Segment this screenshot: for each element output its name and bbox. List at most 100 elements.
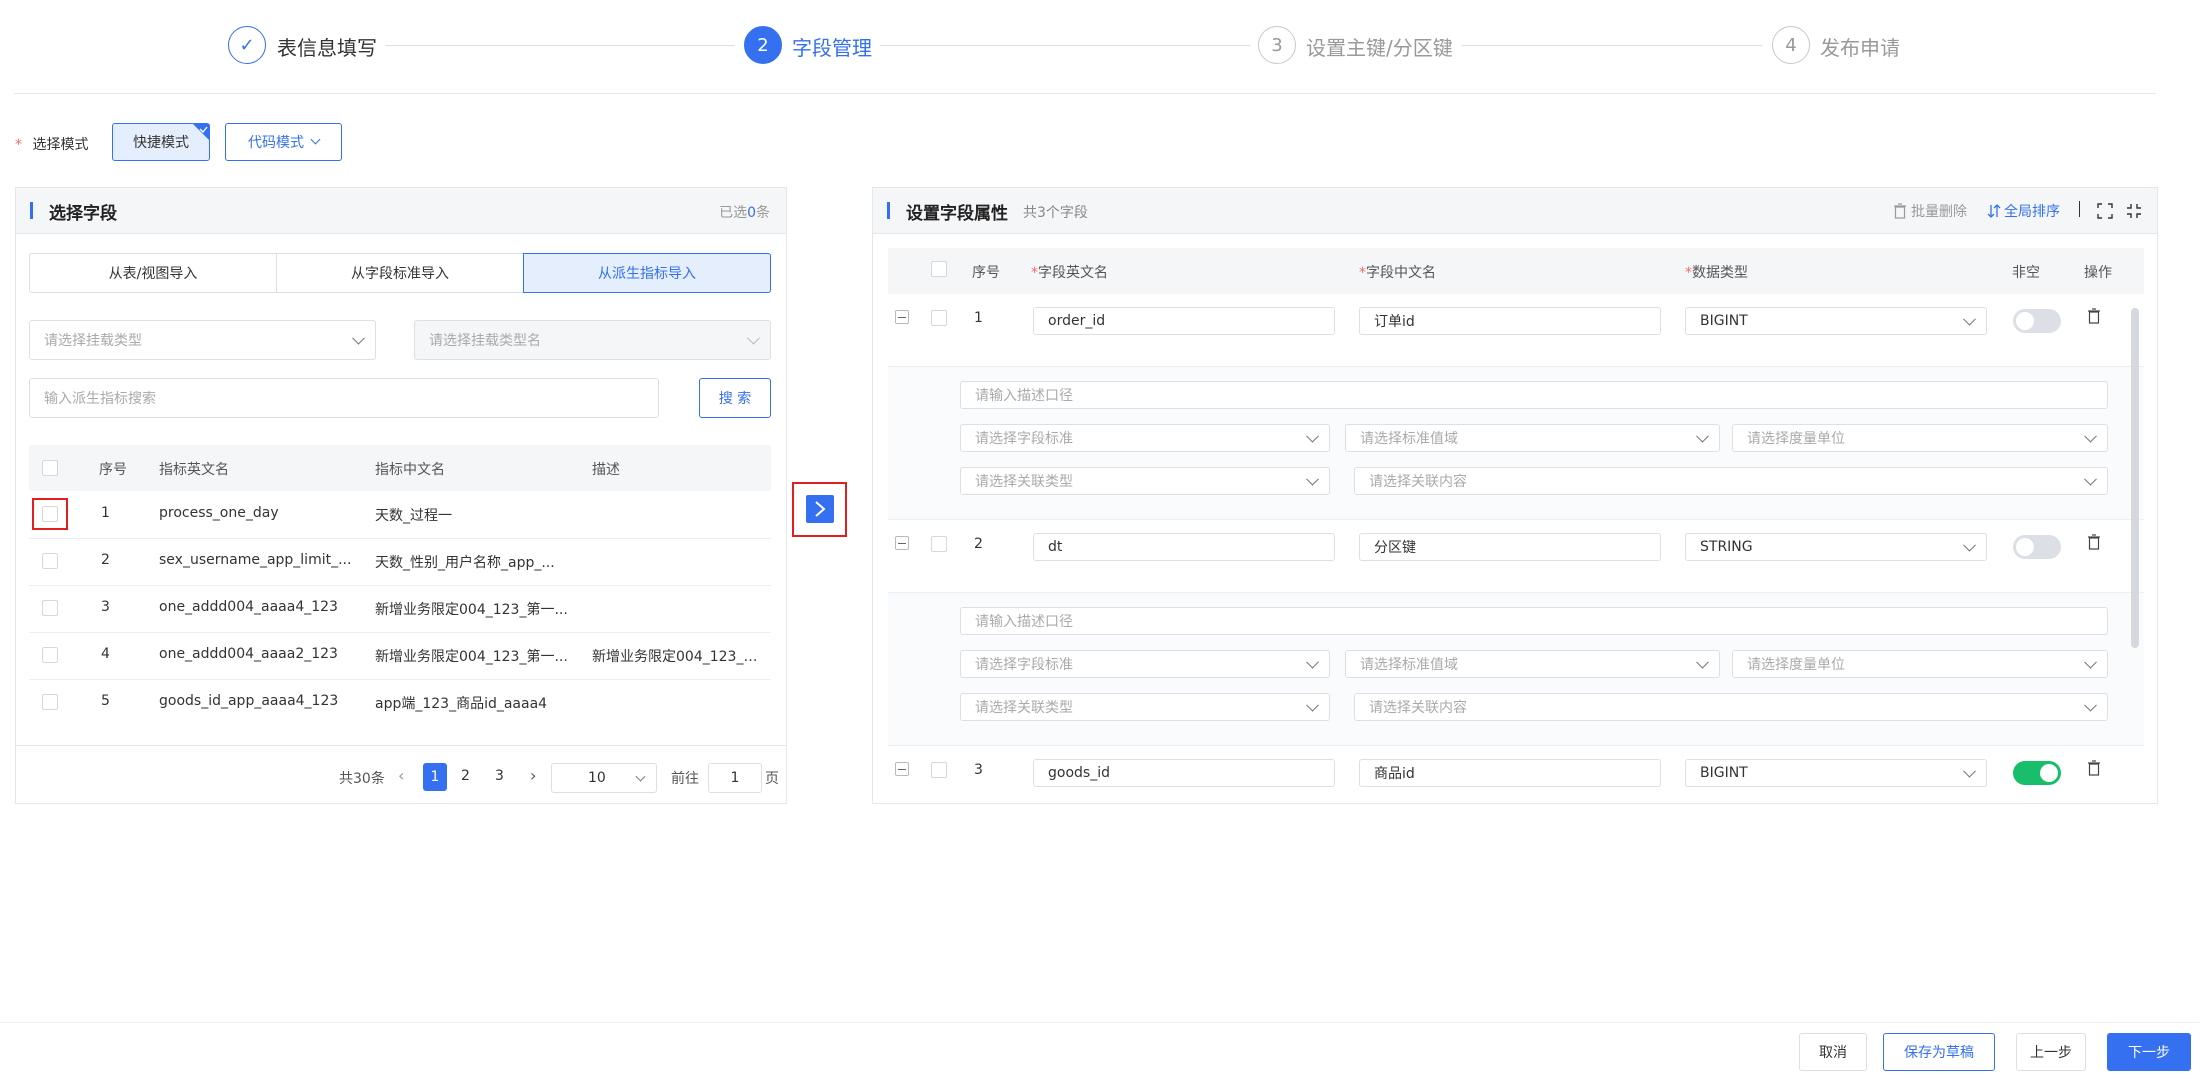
derived-metric-search-input[interactable]: 输入派生指标搜索 bbox=[29, 378, 659, 418]
row-cn-name: 新增业务限定004_123_第一... bbox=[375, 649, 568, 665]
fullscreen-icon[interactable] bbox=[2097, 203, 2113, 219]
select-all-checkbox[interactable] bbox=[931, 261, 947, 277]
value-domain-select[interactable]: 请选择标准值域 bbox=[1345, 424, 1720, 452]
relation-type-select[interactable]: 请选择关联类型 bbox=[960, 693, 1330, 721]
page-3-button[interactable]: 3 bbox=[495, 768, 504, 784]
field-type-select[interactable]: STRING bbox=[1685, 533, 1987, 561]
selected-corner-icon bbox=[193, 124, 209, 140]
chevron-down-icon bbox=[1696, 655, 1709, 669]
panel-header: 设置字段属性 共3个字段 批量删除 全局排序 bbox=[873, 188, 2157, 234]
row-cn-name: 天数_性别_用户名称_app_... bbox=[375, 555, 555, 571]
row-checkbox[interactable] bbox=[931, 762, 947, 778]
row-checkbox[interactable] bbox=[42, 647, 58, 663]
step-4-label: 发布申请 bbox=[1820, 36, 1900, 60]
row-en-name: goods_id_app_aaaa4_123 bbox=[159, 693, 339, 709]
prev-step-button[interactable]: 上一步 bbox=[2016, 1033, 2086, 1071]
tab-from-table[interactable]: 从表/视图导入 bbox=[29, 253, 277, 293]
search-button[interactable]: 搜 索 bbox=[699, 378, 771, 418]
divider bbox=[16, 745, 786, 746]
mount-type-select[interactable]: 请选择挂载类型 bbox=[29, 320, 376, 360]
unit-select[interactable]: 请选择度量单位 bbox=[1732, 424, 2108, 452]
page-1-button[interactable]: 1 bbox=[423, 763, 447, 791]
table-row[interactable]: 1 process_one_day 天数_过程一 bbox=[29, 491, 771, 538]
row-checkbox[interactable] bbox=[931, 536, 947, 552]
row-index: 3 bbox=[974, 762, 983, 778]
trash-icon[interactable] bbox=[2087, 760, 2101, 776]
pagination-total: 共30条 bbox=[339, 771, 385, 787]
tab-from-derived-metric[interactable]: 从派生指标导入 bbox=[523, 253, 771, 293]
collapse-row-icon[interactable] bbox=[895, 762, 909, 776]
field-cn-name-input[interactable]: 分区键 bbox=[1359, 533, 1661, 561]
not-null-toggle[interactable] bbox=[2013, 761, 2061, 785]
page-size-select[interactable]: 10 bbox=[551, 763, 657, 793]
trash-icon[interactable] bbox=[2087, 308, 2101, 324]
page-2-button[interactable]: 2 bbox=[461, 768, 470, 784]
field-type-select[interactable]: BIGINT bbox=[1685, 759, 1987, 787]
relation-content-select[interactable]: 请选择关联内容 bbox=[1354, 467, 2108, 495]
scrollbar-thumb[interactable] bbox=[2131, 308, 2139, 648]
code-mode-dropdown[interactable]: 代码模式 bbox=[225, 123, 342, 161]
field-standard-select[interactable]: 请选择字段标准 bbox=[960, 650, 1330, 678]
divider bbox=[14, 93, 2156, 94]
field-row: 3 goods_id 商品id BIGINT bbox=[888, 746, 2144, 789]
global-sort-button[interactable]: 全局排序 bbox=[1987, 201, 2060, 221]
row-index: 2 bbox=[974, 536, 983, 552]
table-row[interactable]: 5 goods_id_app_aaaa4_123 app端_123_商品id_a… bbox=[29, 679, 771, 726]
not-null-toggle[interactable] bbox=[2013, 535, 2061, 559]
value-domain-select[interactable]: 请选择标准值域 bbox=[1345, 650, 1720, 678]
selected-count: 已选0条 bbox=[719, 205, 770, 221]
row-checkbox[interactable] bbox=[42, 600, 58, 616]
row-checkbox[interactable] bbox=[42, 694, 58, 710]
field-en-name-input[interactable]: dt bbox=[1033, 533, 1335, 561]
save-draft-button[interactable]: 保存为草稿 bbox=[1883, 1033, 1995, 1071]
not-null-toggle[interactable] bbox=[2013, 309, 2061, 333]
quick-mode-button[interactable]: 快捷模式 bbox=[112, 123, 210, 161]
tab-from-standard[interactable]: 从字段标准导入 bbox=[276, 253, 524, 293]
title-accent bbox=[30, 202, 33, 219]
collapse-row-icon[interactable] bbox=[895, 310, 909, 324]
trash-icon bbox=[1894, 203, 1906, 219]
row-checkbox[interactable] bbox=[931, 310, 947, 326]
transfer-right-button[interactable] bbox=[806, 495, 834, 523]
field-detail-panel: 请输入描述口径 请选择字段标准 请选择标准值域 请选择度量单位 请选择关联类型 … bbox=[888, 367, 2144, 519]
table-row[interactable]: 4 one_addd004_aaaa2_123 新增业务限定004_123_第一… bbox=[29, 632, 771, 679]
col-cn-name: 指标中文名 bbox=[375, 462, 445, 478]
cancel-button[interactable]: 取消 bbox=[1799, 1033, 1867, 1071]
goto-page-input[interactable]: 1 bbox=[708, 763, 762, 793]
step-3-label: 设置主键/分区键 bbox=[1306, 36, 1453, 60]
step-1-label: 表信息填写 bbox=[277, 36, 377, 60]
chevron-down-icon bbox=[2084, 655, 2097, 669]
batch-delete-button[interactable]: 批量删除 bbox=[1893, 201, 1967, 221]
select-all-checkbox[interactable] bbox=[42, 460, 58, 476]
field-cn-name-input[interactable]: 商品id bbox=[1359, 759, 1661, 787]
field-standard-select[interactable]: 请选择字段标准 bbox=[960, 424, 1330, 452]
row-index: 2 bbox=[101, 552, 110, 568]
collapse-row-icon[interactable] bbox=[895, 536, 909, 550]
mount-name-select[interactable]: 请选择挂载类型名 bbox=[414, 320, 771, 360]
field-en-name-input[interactable]: goods_id bbox=[1033, 759, 1335, 787]
row-checkbox[interactable] bbox=[42, 553, 58, 569]
field-en-name-input[interactable]: order_id bbox=[1033, 307, 1335, 335]
field-cn-name-input[interactable]: 订单id bbox=[1359, 307, 1661, 335]
trash-icon[interactable] bbox=[2087, 534, 2101, 550]
unit-select[interactable]: 请选择度量单位 bbox=[1732, 650, 2108, 678]
row-en-name: one_addd004_aaaa2_123 bbox=[159, 646, 338, 662]
next-step-button[interactable]: 下一步 bbox=[2107, 1033, 2191, 1071]
table-row[interactable]: 2 sex_username_app_limit_... 天数_性别_用户名称_… bbox=[29, 538, 771, 585]
table-row[interactable]: 3 one_addd004_aaaa4_123 新增业务限定004_123_第一… bbox=[29, 585, 771, 632]
chevron-down-icon bbox=[2084, 698, 2097, 712]
goto-suffix: 页 bbox=[765, 771, 779, 787]
field-detail-panel: 请输入描述口径 请选择字段标准 请选择标准值域 请选择度量单位 请选择关联类型 … bbox=[888, 593, 2144, 745]
chevron-down-icon bbox=[635, 771, 646, 782]
next-page-icon[interactable]: › bbox=[530, 766, 536, 785]
description-input[interactable]: 请输入描述口径 bbox=[960, 607, 2108, 635]
collapse-icon[interactable] bbox=[2126, 203, 2142, 219]
relation-type-select[interactable]: 请选择关联类型 bbox=[960, 467, 1330, 495]
description-input[interactable]: 请输入描述口径 bbox=[960, 381, 2108, 409]
row-checkbox[interactable] bbox=[42, 506, 58, 522]
prev-page-icon[interactable]: ‹ bbox=[398, 766, 404, 785]
field-type-select[interactable]: BIGINT bbox=[1685, 307, 1987, 335]
chevron-down-icon bbox=[1696, 429, 1709, 443]
col-type: *数据类型 bbox=[1685, 265, 1748, 281]
relation-content-select[interactable]: 请选择关联内容 bbox=[1354, 693, 2108, 721]
